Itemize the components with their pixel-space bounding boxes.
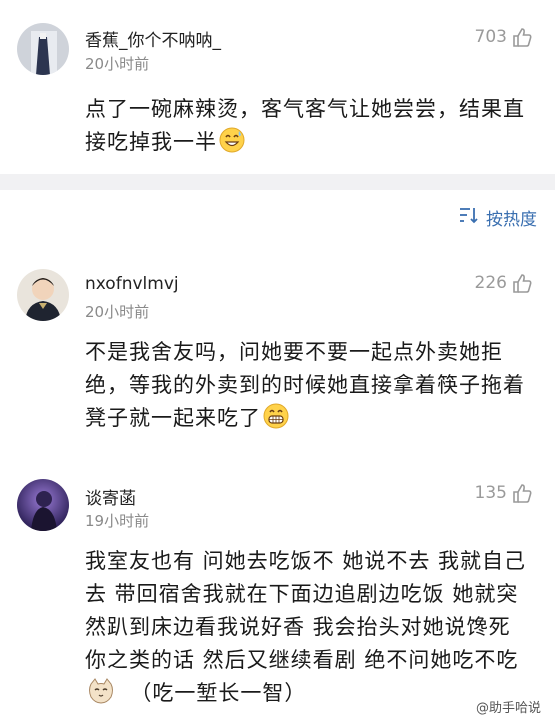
comment-text: 我室友也有 问她去吃饭不 她说不去 我就自己去 带回宿舍我就在下面边追剧边吃饭 … (85, 545, 530, 714)
username[interactable]: 香蕉_你个不呐呐_ (85, 26, 221, 51)
like-button[interactable]: 703 (475, 26, 533, 48)
sweat-grin-emoji-icon (219, 127, 245, 163)
thumbs-up-icon (511, 482, 533, 504)
like-button[interactable]: 135 (475, 482, 533, 504)
comment-text: 点了一碗麻辣烫，客气客气让她尝尝，结果直接吃掉我一半 (85, 93, 530, 163)
thumbs-up-icon (511, 272, 533, 294)
avatar[interactable] (17, 269, 69, 321)
thumbs-up-icon (511, 26, 533, 48)
like-button[interactable]: 226 (475, 272, 533, 294)
timestamp: 20小时前 (85, 303, 150, 321)
comment-item: 香蕉_你个不呐呐_ 20小时前 703 点了一碗麻辣烫，客气客气让她尝尝，结果直… (0, 0, 555, 174)
section-divider (0, 174, 555, 190)
comment-aside: （吃一堑长一智） (130, 681, 307, 705)
sort-icon (458, 206, 480, 229)
timestamp: 19小时前 (85, 512, 150, 530)
username[interactable]: nxofnvlmvj (85, 274, 179, 294)
comment-item: nxofnvlmvj 20小时前 226 不是我舍友吗，问她要不要一起点外卖她拒… (0, 255, 555, 465)
cat-emoji-icon (87, 678, 115, 714)
like-count: 226 (474, 273, 507, 293)
comment-item: 谈寄菡 19小时前 135 我室友也有 问她去吃饭不 她说不去 我就自己去 带回… (0, 465, 555, 723)
like-count: 703 (474, 27, 507, 47)
comment-text: 不是我舍友吗，问她要不要一起点外卖她拒绝，等我的外卖到的时候她直接拿着筷子拖着凳… (85, 336, 530, 439)
comment-body: 不是我舍友吗，问她要不要一起点外卖她拒绝，等我的外卖到的时候她直接拿着筷子拖着凳… (85, 340, 525, 430)
watermark: @助手哈说 (471, 696, 545, 717)
watermark-text: @助手哈说 (475, 701, 541, 716)
avatar[interactable] (17, 479, 69, 531)
like-count: 135 (474, 483, 507, 503)
sort-label: 按热度 (486, 210, 537, 230)
timestamp: 20小时前 (85, 55, 150, 73)
comment-body: 点了一碗麻辣烫，客气客气让她尝尝，结果直接吃掉我一半 (85, 97, 525, 154)
grin-emoji-icon (263, 403, 289, 439)
comment-body: 我室友也有 问她去吃饭不 她说不去 我就自己去 带回宿舍我就在下面边追剧边吃饭 … (85, 549, 527, 672)
sort-button[interactable]: 按热度 (458, 205, 537, 230)
username[interactable]: 谈寄菡 (85, 484, 136, 509)
avatar[interactable] (17, 23, 69, 75)
